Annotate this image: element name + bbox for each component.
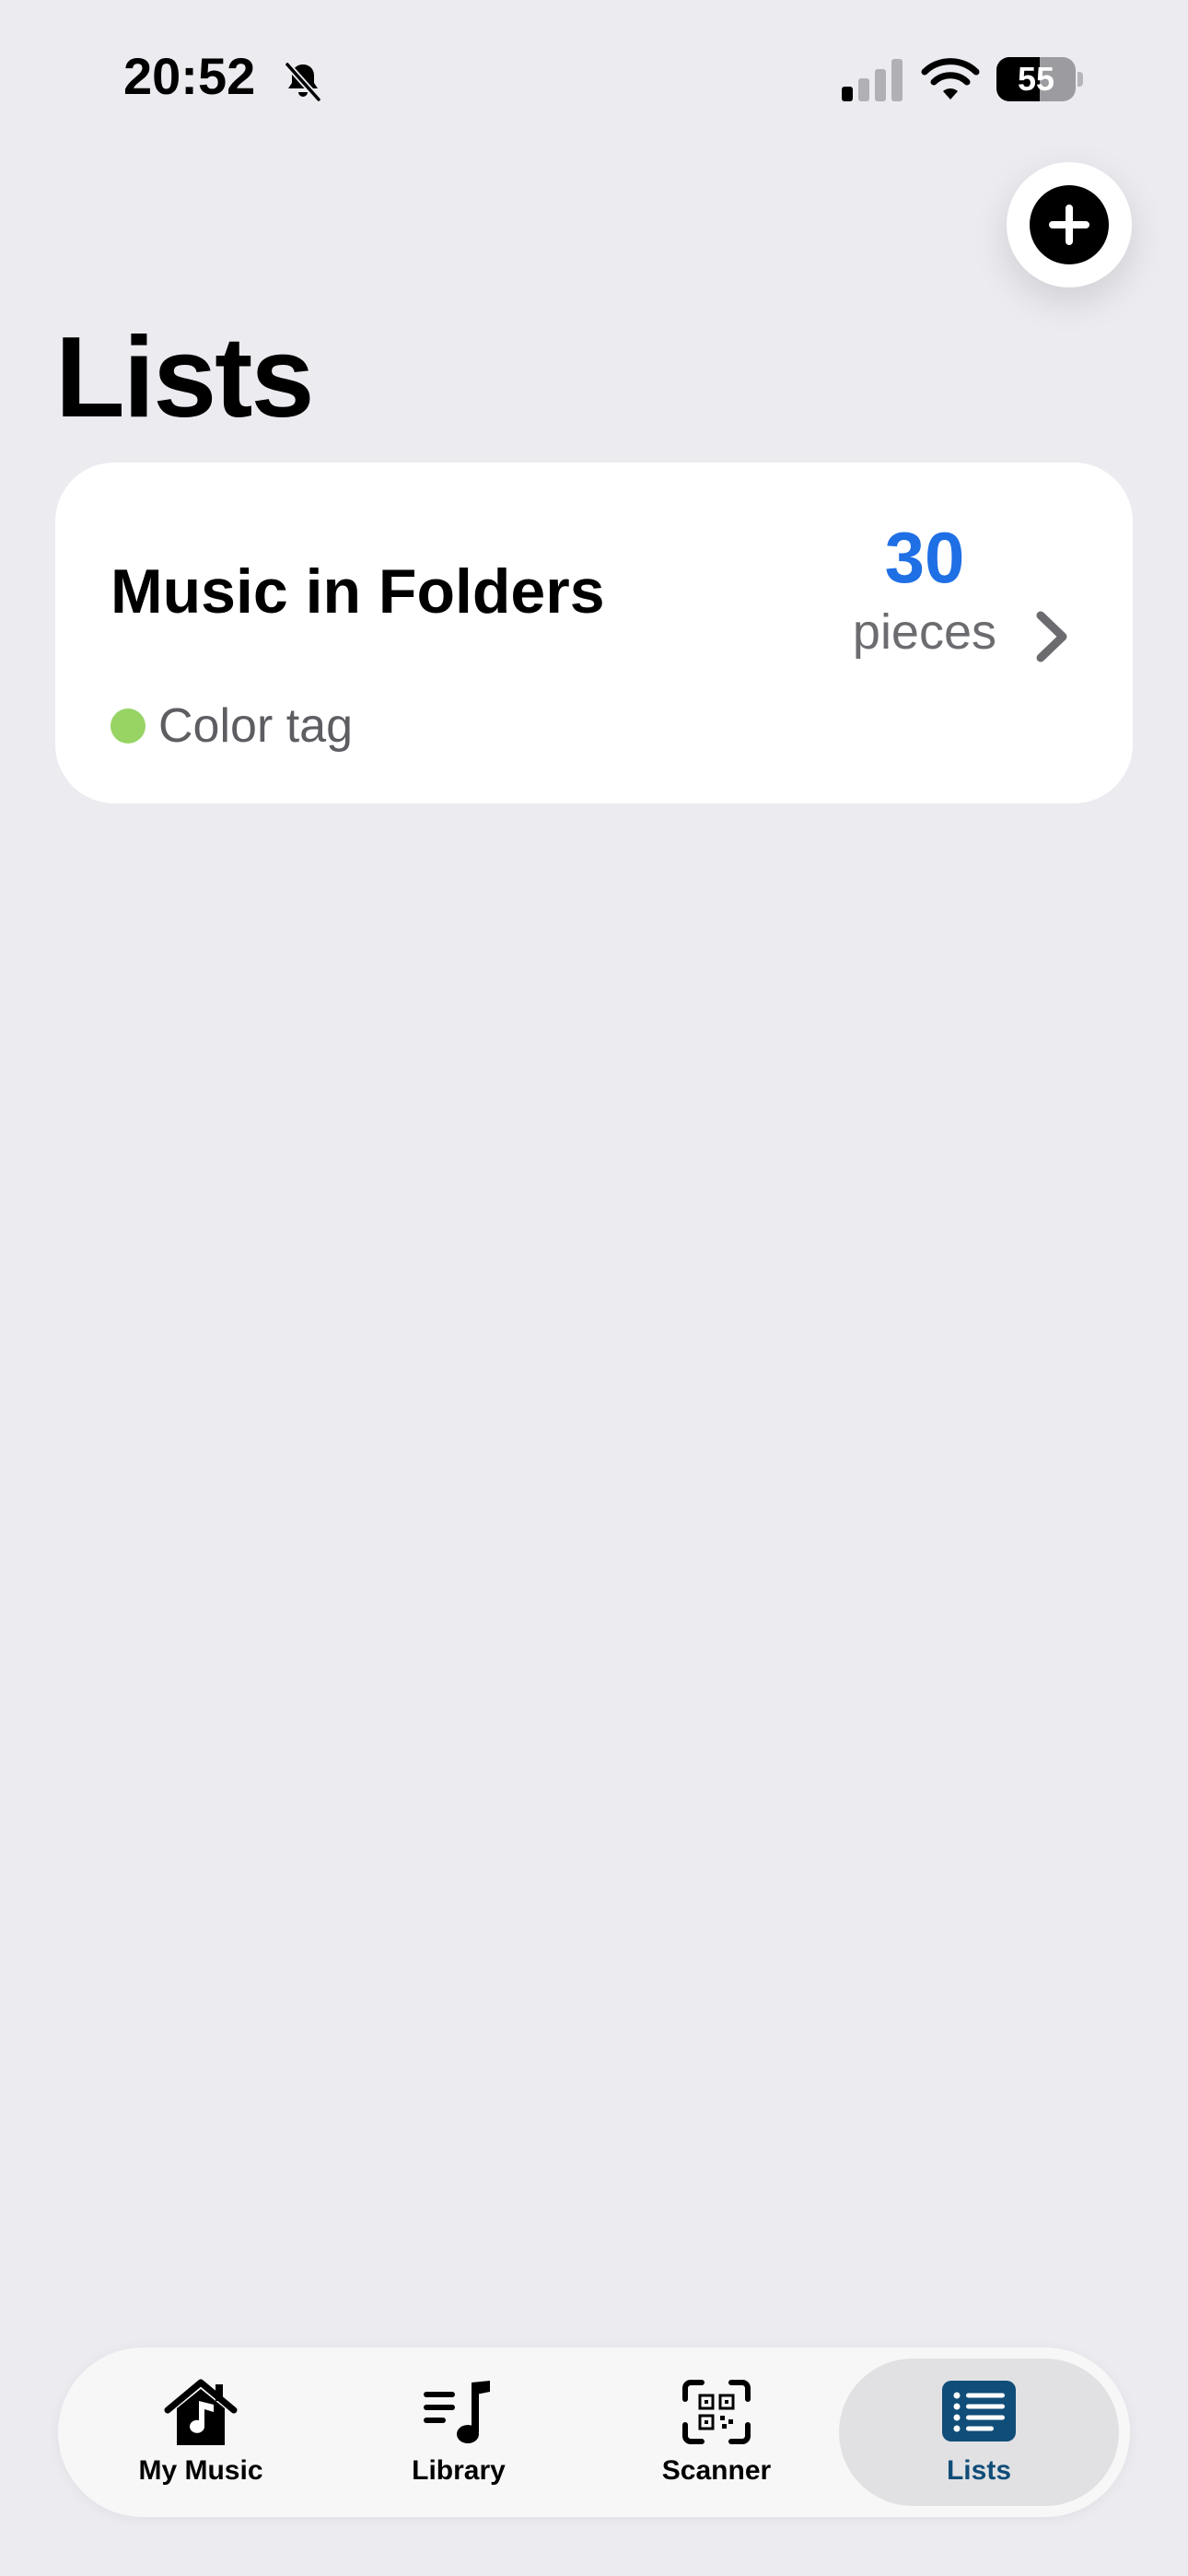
cellular-signal-icon xyxy=(842,59,903,101)
tab-label: Library xyxy=(412,2455,506,2486)
page-title: Lists xyxy=(55,314,314,441)
piece-count: 30 pieces xyxy=(853,516,996,663)
status-bar: 20:52 55 xyxy=(0,0,1188,161)
battery-level: 55 xyxy=(1017,60,1055,98)
tab-lists[interactable]: Lists xyxy=(839,2359,1119,2506)
battery-indicator: 55 xyxy=(996,57,1083,101)
chevron-right-icon xyxy=(1036,611,1067,662)
tab-library[interactable]: Library xyxy=(334,2359,583,2506)
color-tag-dot xyxy=(111,708,146,744)
tab-label: Lists xyxy=(946,2455,1012,2486)
tab-my-music[interactable]: My Music xyxy=(76,2359,325,2506)
color-tag-label: Color tag xyxy=(158,699,353,753)
tab-label: Scanner xyxy=(661,2455,772,2486)
tab-bar: My Music Library Scanner Lists xyxy=(58,2348,1130,2517)
qr-scan-icon xyxy=(682,2380,751,2444)
piece-count-unit: pieces xyxy=(852,604,996,660)
music-list-icon xyxy=(424,2381,490,2443)
piece-count-value: 30 xyxy=(884,517,965,598)
battery-body: 55 xyxy=(996,57,1076,101)
wifi-icon xyxy=(921,58,980,100)
plus-circle-icon xyxy=(1030,185,1109,264)
status-time: 20:52 xyxy=(123,47,256,105)
add-list-button[interactable] xyxy=(1007,162,1132,287)
bell-slash-icon xyxy=(285,62,321,102)
color-tag: Color tag xyxy=(111,697,353,755)
house-music-icon xyxy=(164,2379,238,2445)
tab-scanner[interactable]: Scanner xyxy=(592,2359,841,2506)
list-card-music-in-folders[interactable]: Music in Folders Color tag 30 pieces xyxy=(55,463,1133,803)
battery-cap xyxy=(1077,72,1083,87)
tab-label: My Music xyxy=(138,2455,263,2486)
list-name: Music in Folders xyxy=(111,556,605,626)
list-icon xyxy=(942,2381,1016,2441)
